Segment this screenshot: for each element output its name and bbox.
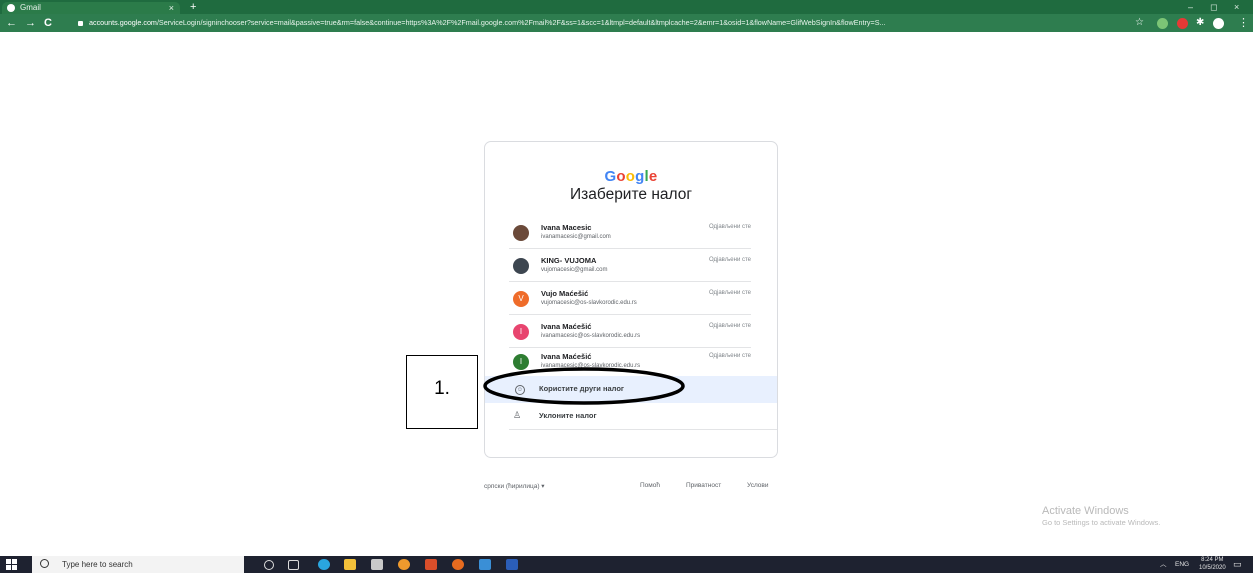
account-row[interactable]: KING- VUJOMA vujomacesic@gmail.com Одјав… — [509, 248, 751, 282]
account-row[interactable]: I Ivana Maćešić ivanamacesic@os-slavkoro… — [509, 314, 751, 348]
search-icon — [40, 559, 49, 568]
close-window-button[interactable]: × — [1234, 0, 1239, 14]
file-explorer-icon[interactable] — [344, 559, 356, 570]
signed-out-status: Одјављени сте — [708, 323, 751, 329]
lock-icon — [78, 20, 83, 26]
avatar — [513, 258, 529, 274]
account-email: vujomacesic@gmail.com — [541, 267, 608, 273]
minimize-button[interactable]: – — [1188, 0, 1193, 14]
profile-avatar-icon[interactable] — [1213, 18, 1224, 29]
taskbar-clock[interactable]: 8:24 PM 10/5/2020 — [1199, 557, 1226, 572]
annotation-ellipse — [483, 367, 685, 405]
annotation-number: 1. — [434, 378, 450, 399]
maximize-button[interactable]: ◻ — [1210, 0, 1217, 14]
store-icon[interactable] — [371, 559, 383, 570]
new-tab-button[interactable]: + — [190, 0, 196, 14]
language-indicator[interactable]: ENG — [1175, 556, 1189, 573]
avatar — [513, 225, 529, 241]
signed-out-status: Одјављени сте — [708, 257, 751, 263]
help-link[interactable]: Помоћ — [640, 482, 660, 489]
page-title: Изаберите налог — [570, 186, 692, 203]
weather-icon[interactable] — [479, 559, 491, 570]
language-selector[interactable]: српски (ћирилица) ▾ — [484, 482, 545, 490]
edge-icon[interactable] — [318, 559, 330, 570]
tab-title: Gmail — [20, 3, 41, 12]
extension-icon[interactable] — [1177, 18, 1188, 29]
account-email: ivanamacesic@gmail.com — [541, 234, 611, 240]
windows-start-icon[interactable] — [6, 559, 17, 570]
gmail-favicon-icon — [7, 4, 15, 12]
chrome-icon[interactable] — [398, 559, 410, 570]
account-name: Ivana Macesic — [541, 223, 592, 232]
menu-kebab-icon[interactable]: ⋮ — [1238, 14, 1249, 32]
address-host: accounts.google.com — [89, 18, 157, 27]
account-name: Ivana Maćešić — [541, 322, 592, 331]
person-remove-icon: ♙ — [513, 410, 522, 420]
back-button[interactable]: ← — [6, 14, 17, 32]
avatar: V — [513, 291, 529, 307]
signed-out-status: Одјављени сте — [708, 224, 751, 230]
google-logo: Google — [604, 168, 658, 185]
account-email: vujomacesic@os-slavkorodic.edu.rs — [541, 300, 637, 306]
account-name: KING- VUJOMA — [541, 256, 597, 265]
extension-icon[interactable] — [1157, 18, 1168, 29]
cortana-icon[interactable] — [264, 560, 274, 570]
annotation-callout: 1. — [406, 355, 478, 429]
account-chooser-card: Google Изаберите налог Ivana Macesic iva… — [484, 141, 778, 458]
account-row[interactable]: V Vujo Maćešić vujomacesic@os-slavkorodi… — [509, 281, 751, 315]
firefox-icon[interactable] — [452, 559, 464, 570]
tray-chevron-icon[interactable]: ︿ — [1160, 556, 1167, 573]
search-placeholder: Type here to search — [62, 560, 133, 569]
privacy-link[interactable]: Приватност — [686, 482, 721, 489]
avatar: I — [513, 324, 529, 340]
terms-link[interactable]: Услови — [747, 482, 769, 489]
windows-taskbar: Type here to search ︿ ENG 8:24 PM 10/5/2… — [0, 556, 1253, 573]
remove-account-label: Уклоните налог — [539, 411, 597, 420]
bookmark-star-icon[interactable]: ☆ — [1135, 14, 1144, 32]
account-email: ivanamacesic@os-slavkorodic.edu.rs — [541, 333, 641, 339]
reload-button[interactable]: C — [44, 14, 52, 32]
tab-gmail[interactable]: Gmail × — [2, 2, 180, 14]
signed-out-status: Одјављени сте — [708, 353, 751, 359]
signed-out-status: Одјављени сте — [708, 290, 751, 296]
account-row[interactable]: Ivana Macesic ivanamacesic@gmail.com Одј… — [509, 215, 751, 249]
tab-close-icon[interactable]: × — [169, 2, 174, 14]
powerpoint-icon[interactable] — [425, 559, 437, 570]
activate-windows-watermark: Activate Windows Go to Settings to activ… — [1042, 505, 1161, 527]
account-name: Ivana Maćešić — [541, 352, 592, 361]
task-view-icon[interactable] — [288, 560, 299, 570]
extensions-puzzle-icon[interactable]: ✱ — [1196, 14, 1204, 32]
forward-button[interactable]: → — [25, 14, 36, 32]
browser-tab-strip: Gmail × + – ◻ × — [0, 0, 1253, 14]
taskbar-search-box[interactable]: Type here to search — [32, 556, 244, 573]
notifications-icon[interactable]: ▭ — [1233, 556, 1242, 573]
remove-account-button[interactable]: ♙ Уклоните налог — [509, 403, 777, 430]
browser-toolbar: ← → C accounts.google.com/ServiceLogin/s… — [0, 14, 1253, 32]
word-icon[interactable] — [506, 559, 518, 570]
account-name: Vujo Maćešić — [541, 289, 589, 298]
address-path: /ServiceLogin/signinchooser?service=mail… — [156, 18, 886, 27]
address-bar[interactable]: accounts.google.com/ServiceLogin/signinc… — [78, 16, 1128, 30]
